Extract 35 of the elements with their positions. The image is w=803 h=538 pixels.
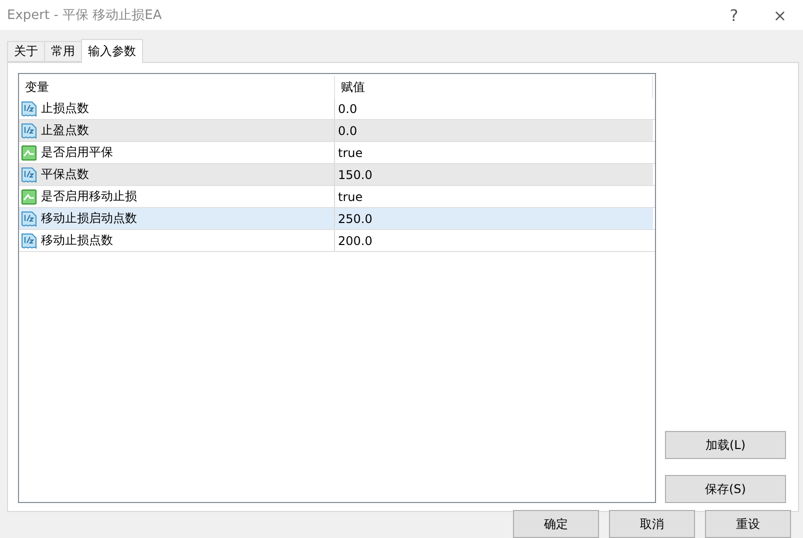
tab[interactable]: 关于 <box>7 41 45 62</box>
parameter-name: 是否启用移动止损 <box>41 188 137 205</box>
parameter-name-cell[interactable]: 止盈点数 <box>19 120 335 141</box>
save-button[interactable]: 保存(S) <box>665 475 786 503</box>
parameter-value-cell[interactable]: 150.0 <box>335 164 653 185</box>
tab[interactable]: 输入参数 <box>81 39 143 63</box>
parameter-name: 止损点数 <box>41 100 89 117</box>
parameter-name-cell[interactable]: 平保点数 <box>19 164 335 185</box>
number-type-icon <box>21 166 37 182</box>
close-button[interactable]: × <box>757 0 803 30</box>
ok-button[interactable]: 确定 <box>513 510 599 538</box>
parameter-name-cell[interactable]: 是否启用移动止损 <box>19 186 335 207</box>
tab[interactable]: 常用 <box>44 41 82 62</box>
parameter-name: 是否启用平保 <box>41 144 113 161</box>
boolean-type-icon <box>21 144 37 160</box>
reset-button[interactable]: 重设 <box>705 510 791 538</box>
help-button[interactable]: ? <box>711 0 757 30</box>
window-title: Expert - 平保 移动止损EA <box>7 7 163 24</box>
parameter-name: 移动止损启动点数 <box>41 210 137 227</box>
load-button[interactable]: 加载(L) <box>665 431 786 459</box>
number-type-icon <box>21 100 37 116</box>
parameter-value-cell[interactable]: 0.0 <box>335 120 653 141</box>
parameter-name: 移动止损点数 <box>41 232 113 249</box>
parameter-value-cell[interactable]: 250.0 <box>335 208 653 229</box>
parameter-name: 平保点数 <box>41 166 89 183</box>
boolean-type-icon <box>21 188 37 204</box>
number-type-icon <box>21 232 37 248</box>
parameter-name-cell[interactable]: 止损点数 <box>19 98 335 119</box>
number-type-icon <box>21 210 37 226</box>
parameter-name-cell[interactable]: 是否启用平保 <box>19 142 335 163</box>
cancel-button[interactable]: 取消 <box>609 510 695 538</box>
number-type-icon <box>21 122 37 138</box>
parameter-name: 止盈点数 <box>41 122 89 139</box>
parameter-name-cell[interactable]: 移动止损点数 <box>19 230 335 251</box>
parameter-name-cell[interactable]: 移动止损启动点数 <box>19 208 335 229</box>
